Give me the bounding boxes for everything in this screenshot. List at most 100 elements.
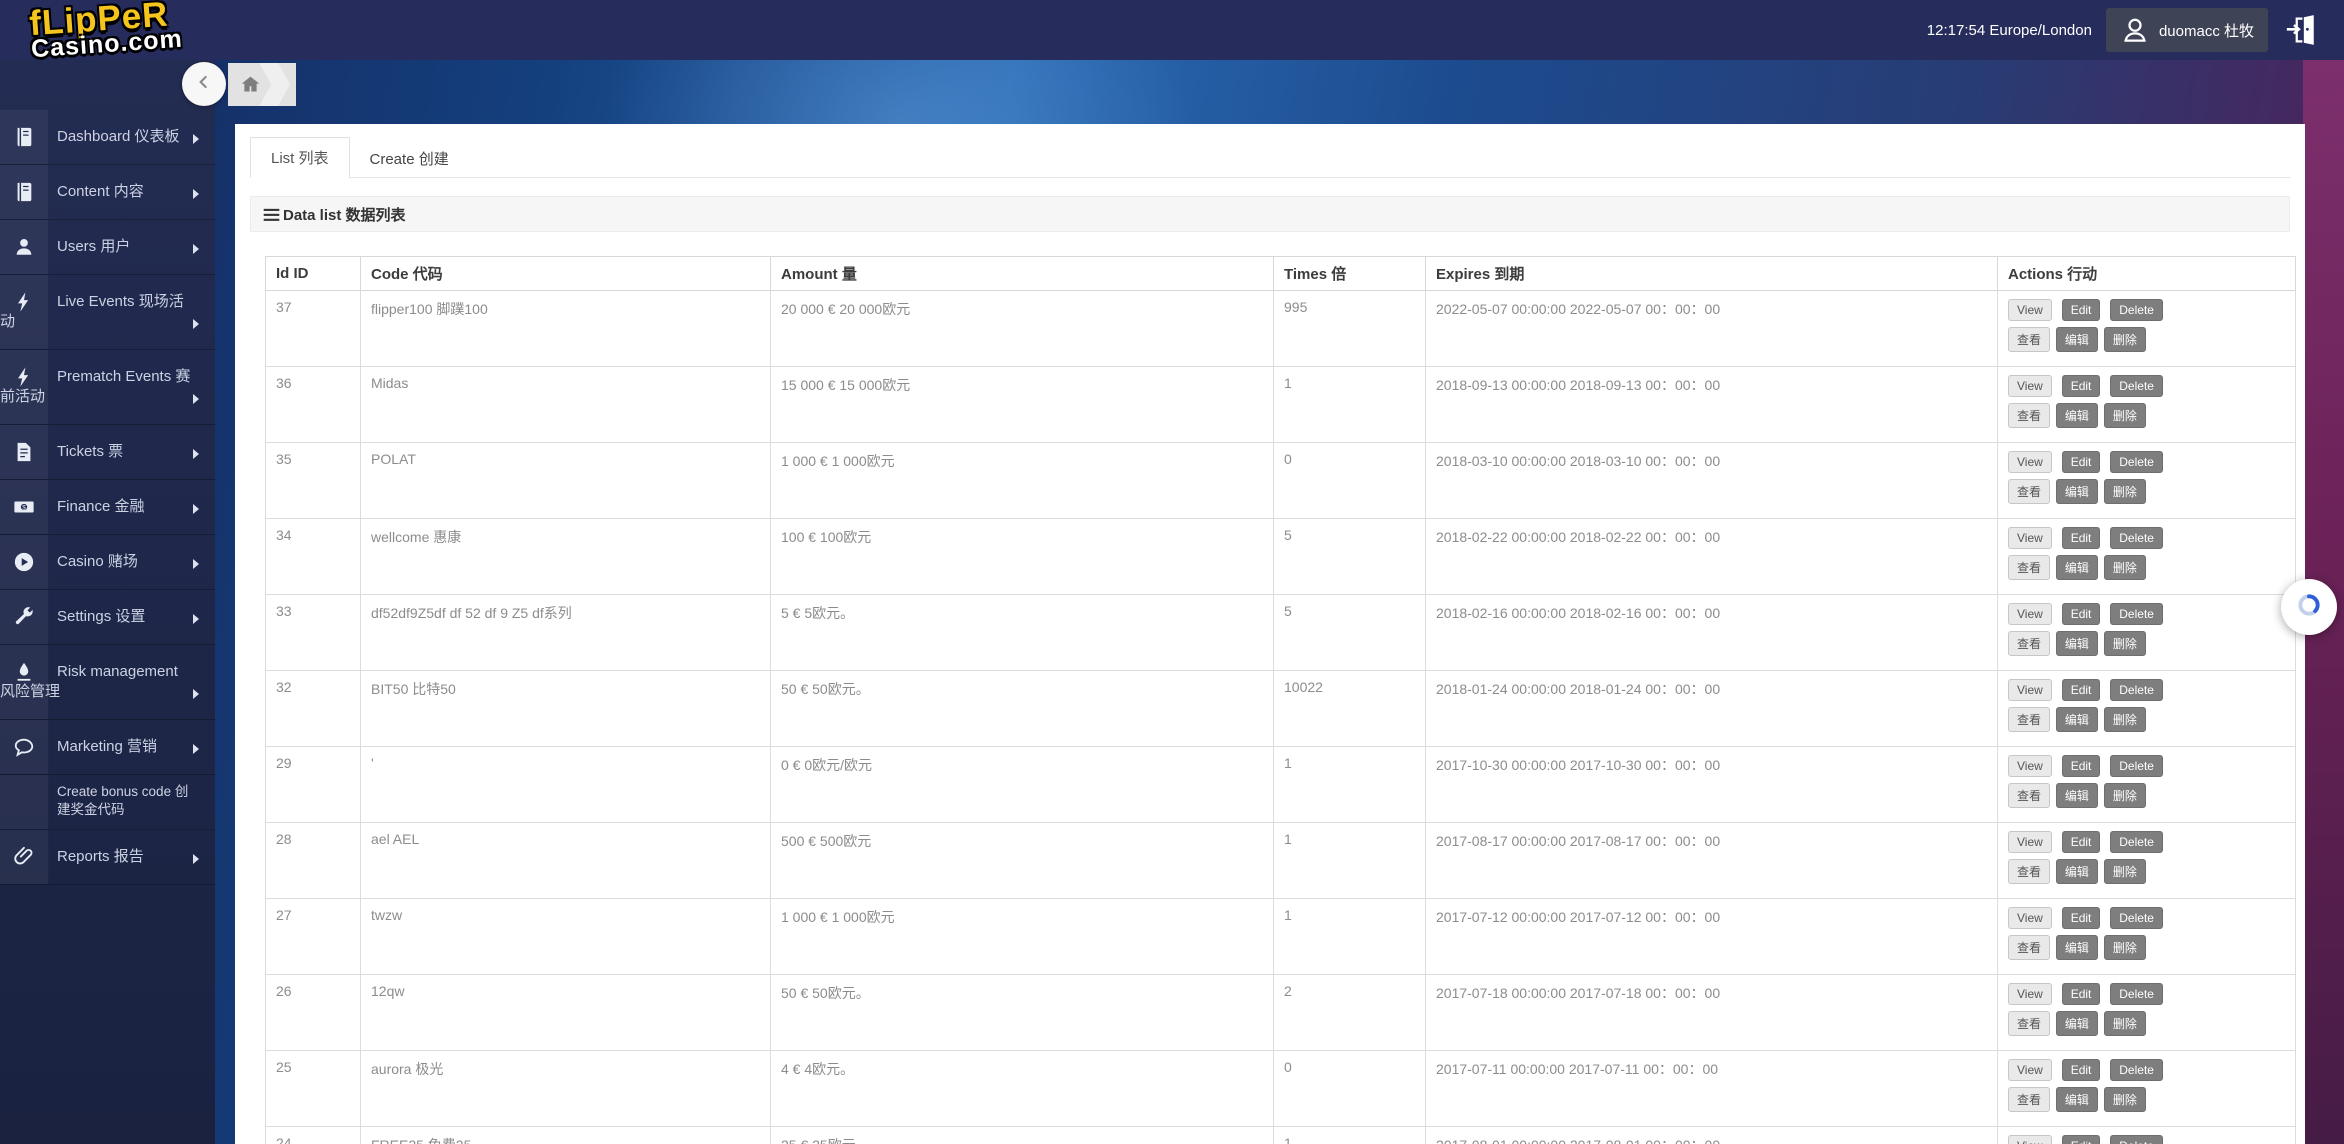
delete-button[interactable]: Delete: [2110, 831, 2163, 853]
edit-button[interactable]: Edit: [2061, 527, 2101, 549]
chevron-right-icon: [193, 614, 199, 624]
logo[interactable]: fLipPeR Casino.com: [28, 0, 183, 63]
breadcrumb-home[interactable]: [228, 63, 296, 106]
edit-button[interactable]: Edit: [2061, 603, 2101, 625]
edit-button-zh[interactable]: 编辑: [2055, 707, 2098, 732]
view-button[interactable]: View: [2008, 679, 2052, 701]
delete-button-zh[interactable]: 删除: [2103, 327, 2146, 352]
edit-button[interactable]: Edit: [2061, 983, 2101, 1005]
tab-create[interactable]: Create 创建: [350, 139, 469, 178]
view-button-zh[interactable]: 查看: [2008, 783, 2051, 808]
view-button[interactable]: View: [2008, 375, 2052, 397]
delete-button-zh[interactable]: 删除: [2103, 783, 2146, 808]
delete-button-zh[interactable]: 删除: [2103, 935, 2146, 960]
sidebar-item-prematch[interactable]: Prematch Events 赛前活动: [0, 350, 215, 425]
sidebar-item-reports[interactable]: Reports 报告: [0, 830, 215, 885]
edit-button-zh[interactable]: 编辑: [2055, 1011, 2098, 1036]
view-button[interactable]: View: [2008, 755, 2052, 777]
sidebar-item-tickets[interactable]: Tickets 票: [0, 425, 215, 480]
edit-button-zh[interactable]: 编辑: [2055, 403, 2098, 428]
delete-button[interactable]: Delete: [2110, 375, 2163, 397]
delete-button[interactable]: Delete: [2110, 983, 2163, 1005]
view-button-zh[interactable]: 查看: [2008, 1011, 2051, 1036]
edit-button[interactable]: Edit: [2061, 375, 2101, 397]
delete-button-zh[interactable]: 删除: [2103, 631, 2146, 656]
delete-button-zh[interactable]: 删除: [2103, 1087, 2146, 1112]
view-button[interactable]: View: [2008, 1059, 2052, 1081]
delete-button[interactable]: Delete: [2110, 907, 2163, 929]
chevron-right-icon: [193, 689, 199, 699]
edit-button-zh[interactable]: 编辑: [2055, 479, 2098, 504]
delete-button-zh[interactable]: 删除: [2103, 1011, 2146, 1036]
edit-button[interactable]: Edit: [2061, 831, 2101, 853]
view-button-zh[interactable]: 查看: [2008, 1087, 2051, 1112]
bolt-icon: [13, 366, 35, 388]
view-button[interactable]: View: [2008, 983, 2052, 1005]
delete-button-zh[interactable]: 删除: [2103, 859, 2146, 884]
view-button-zh[interactable]: 查看: [2008, 631, 2051, 656]
chevron-right-icon: [193, 744, 199, 754]
edit-button[interactable]: Edit: [2061, 451, 2101, 473]
edit-button-zh[interactable]: 编辑: [2055, 631, 2098, 656]
view-button-zh[interactable]: 查看: [2008, 707, 2051, 732]
edit-button-zh[interactable]: 编辑: [2055, 935, 2098, 960]
sidebar-item-risk[interactable]: Risk management 风险管理: [0, 645, 215, 720]
view-button[interactable]: View: [2008, 527, 2052, 549]
delete-button[interactable]: Delete: [2110, 603, 2163, 625]
logout-icon[interactable]: [2284, 12, 2318, 48]
view-button-zh[interactable]: 查看: [2008, 403, 2051, 428]
delete-button[interactable]: Delete: [2110, 679, 2163, 701]
delete-button-zh[interactable]: 删除: [2103, 479, 2146, 504]
cell-amount: 4 € 4欧元。: [770, 1050, 1274, 1127]
edit-button[interactable]: Edit: [2061, 907, 2101, 929]
sidebar-subitem-create-bonus-code[interactable]: Create bonus code 创建奖金代码: [0, 775, 215, 830]
delete-button-zh[interactable]: 删除: [2103, 555, 2146, 580]
view-button-zh[interactable]: 查看: [2008, 859, 2051, 884]
tab-list[interactable]: List 列表: [250, 137, 350, 178]
delete-button[interactable]: Delete: [2110, 299, 2163, 321]
sidebar-item-casino[interactable]: Casino 赌场: [0, 535, 215, 590]
user-menu[interactable]: duomacc 杜牧: [2105, 8, 2268, 52]
delete-button-zh[interactable]: 删除: [2103, 707, 2146, 732]
view-button[interactable]: View: [2008, 907, 2052, 929]
view-button[interactable]: View: [2008, 831, 2052, 853]
edit-button-zh[interactable]: 编辑: [2055, 783, 2098, 808]
edit-button-zh[interactable]: 编辑: [2055, 859, 2098, 884]
delete-button[interactable]: Delete: [2110, 755, 2163, 777]
view-button[interactable]: View: [2008, 299, 2052, 321]
delete-button-zh[interactable]: 删除: [2103, 403, 2146, 428]
view-button-zh[interactable]: 查看: [2008, 935, 2051, 960]
sidebar-collapse-button[interactable]: [182, 62, 226, 106]
column-header-id: Id ID: [265, 256, 361, 291]
delete-button[interactable]: Delete: [2110, 451, 2163, 473]
edit-button[interactable]: Edit: [2061, 679, 2101, 701]
sidebar-item-finance[interactable]: $ Finance 金融: [0, 480, 215, 535]
edit-button-zh[interactable]: 编辑: [2055, 555, 2098, 580]
cell-times: 1: [1273, 822, 1426, 899]
cell-id: 37: [265, 290, 361, 367]
view-button-zh[interactable]: 查看: [2008, 479, 2051, 504]
sidebar-item-users[interactable]: Users 用户: [0, 220, 215, 275]
loading-spinner[interactable]: [2281, 579, 2337, 635]
sidebar-item-settings[interactable]: Settings 设置: [0, 590, 215, 645]
delete-button[interactable]: Delete: [2110, 1135, 2163, 1144]
view-button[interactable]: View: [2008, 451, 2052, 473]
edit-button-zh[interactable]: 编辑: [2055, 1087, 2098, 1112]
sidebar-item-content[interactable]: Content 内容: [0, 165, 215, 220]
edit-button[interactable]: Edit: [2061, 1059, 2101, 1081]
view-button-zh[interactable]: 查看: [2008, 327, 2051, 352]
play-circle-icon: [13, 551, 35, 573]
sidebar-item-dashboard[interactable]: Dashboard 仪表板: [0, 110, 215, 165]
delete-button[interactable]: Delete: [2110, 1059, 2163, 1081]
edit-button[interactable]: Edit: [2061, 1135, 2101, 1144]
view-button[interactable]: View: [2008, 1135, 2052, 1144]
edit-button-zh[interactable]: 编辑: [2055, 327, 2098, 352]
sidebar-item-live[interactable]: Live Events 现场活动: [0, 275, 215, 350]
sidebar-item-marketing[interactable]: Marketing 营销: [0, 720, 215, 775]
view-button[interactable]: View: [2008, 603, 2052, 625]
delete-button[interactable]: Delete: [2110, 527, 2163, 549]
cell-times: 1: [1273, 898, 1426, 975]
edit-button[interactable]: Edit: [2061, 299, 2101, 321]
view-button-zh[interactable]: 查看: [2008, 555, 2051, 580]
edit-button[interactable]: Edit: [2061, 755, 2101, 777]
